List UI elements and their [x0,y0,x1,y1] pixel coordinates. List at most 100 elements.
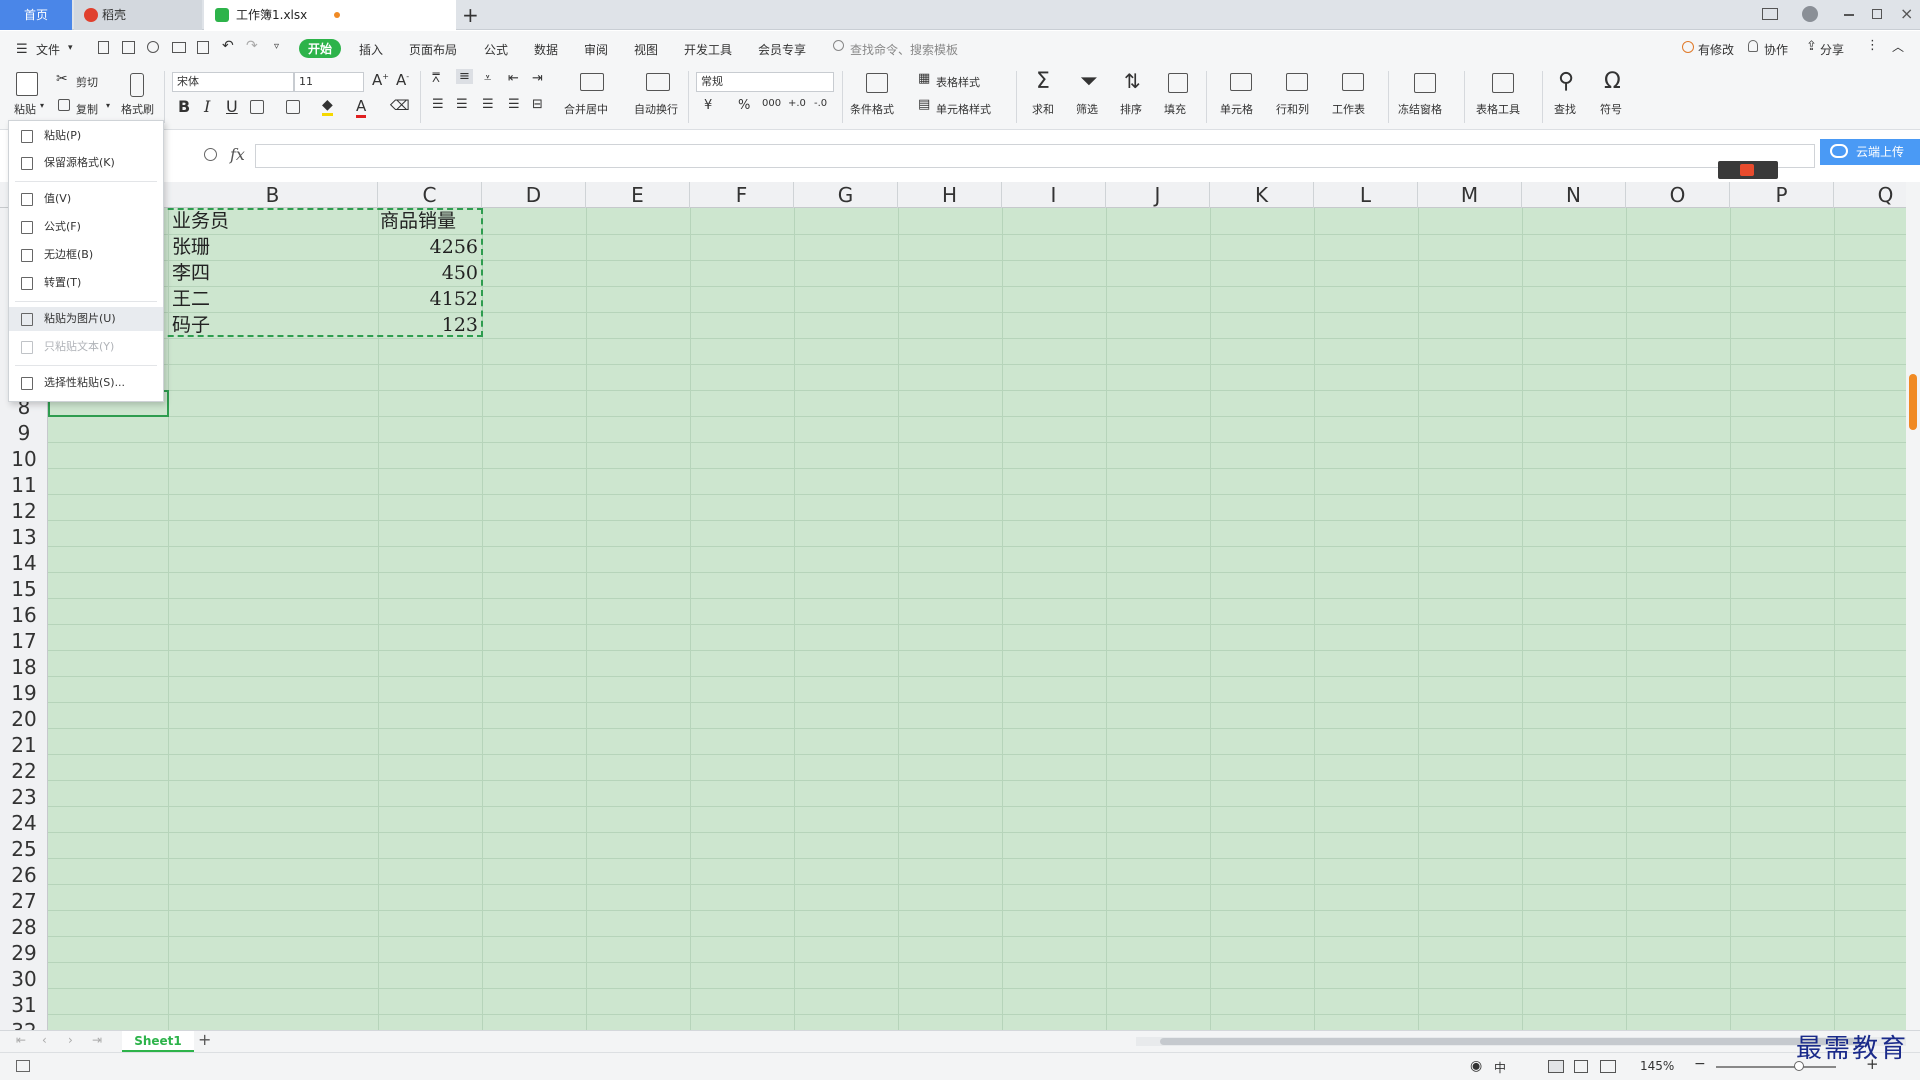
quick-access-more-icon[interactable]: ▿ [274,41,279,52]
first-sheet-icon[interactable]: ⇤ [16,1033,26,1047]
row-header-18[interactable]: 18 [0,654,47,680]
add-sheet-icon[interactable]: + [198,1030,211,1049]
close-icon[interactable]: × [1900,4,1913,23]
filter-button[interactable]: 筛选 [1076,101,1098,117]
input-mode[interactable]: 中 [1494,1059,1506,1076]
print-icon[interactable] [172,42,186,53]
minimize-icon[interactable] [1844,14,1854,16]
row-header-21[interactable]: 21 [0,732,47,758]
column-header-c[interactable]: C [378,182,482,208]
page-layout-view-icon[interactable] [1574,1060,1588,1073]
zoom-formula-icon[interactable] [204,148,217,161]
column-header-e[interactable]: E [586,182,690,208]
column-header-m[interactable]: M [1418,182,1522,208]
find-button[interactable]: 查找 [1554,101,1576,117]
formula-input[interactable] [255,144,1815,168]
decimal-decrease-icon[interactable]: -.0 [814,98,827,109]
row-header-20[interactable]: 20 [0,706,47,732]
save-icon[interactable] [122,41,135,54]
redo-icon[interactable]: ↷ [246,38,258,54]
tab-formulas[interactable]: 公式 [484,41,508,58]
indent-decrease-icon[interactable]: ⇤ [508,71,519,86]
column-header-n[interactable]: N [1522,182,1626,208]
copy-dropdown-icon[interactable]: ▾ [106,101,110,110]
row-header-25[interactable]: 25 [0,836,47,862]
column-header-d[interactable]: D [482,182,586,208]
sort-button[interactable]: 排序 [1120,101,1142,117]
collaborate-button[interactable]: 协作 [1764,41,1788,58]
row-header-11[interactable]: 11 [0,472,47,498]
row-col-button[interactable]: 行和列 [1276,101,1309,117]
tab-home[interactable]: 首页 [0,0,72,30]
decimal-increase-icon[interactable]: +.0 [788,98,806,109]
currency-icon[interactable]: ¥ [704,98,712,113]
align-middle-icon[interactable]: ≡ [456,69,473,84]
column-header-o[interactable]: O [1626,182,1730,208]
layout-icon[interactable] [1762,8,1778,20]
worksheet-grid[interactable]: 业务员 商品销量 张珊 4256 李四 450 王二 4152 码子 123 [48,208,1906,1030]
row-header-16[interactable]: 16 [0,602,47,628]
row-header-10[interactable]: 10 [0,446,47,472]
row-header-14[interactable]: 14 [0,550,47,576]
macro-record-icon[interactable] [16,1060,30,1072]
clear-format-icon[interactable]: ⌫ [390,98,410,114]
row-header-24[interactable]: 24 [0,810,47,836]
cell-c5[interactable]: 123 [378,312,478,338]
fill-button[interactable]: 填充 [1164,101,1186,117]
tab-view[interactable]: 视图 [634,41,658,58]
column-header-j[interactable]: J [1106,182,1210,208]
row-header-13[interactable]: 13 [0,524,47,550]
row-header-23[interactable]: 23 [0,784,47,810]
align-top-icon[interactable]: ⩞ [432,71,440,86]
cell-b5[interactable]: 码子 [172,312,210,338]
cell-c2[interactable]: 4256 [378,234,478,260]
row-header-22[interactable]: 22 [0,758,47,784]
cell-b4[interactable]: 王二 [172,286,210,312]
paste-option-no-borders[interactable]: 无边框(B) [9,243,163,267]
paste-option-as-picture[interactable]: 粘贴为图片(U) [9,307,163,331]
italic-icon[interactable]: I [204,97,210,116]
tab-member[interactable]: 会员专享 [758,41,806,58]
copy-button[interactable]: 复制 [76,101,98,117]
hamburger-icon[interactable]: ☰ [16,42,28,57]
has-changes-button[interactable]: 有修改 [1698,41,1734,58]
underline-icon[interactable]: U [226,97,238,116]
cell-c3[interactable]: 450 [378,260,478,286]
font-name-select[interactable]: 宋体 [172,72,294,92]
more-icon[interactable]: ⋮ [1866,38,1879,53]
percent-icon[interactable]: % [738,98,750,113]
align-bottom-icon[interactable]: ⩡ [484,71,491,86]
font-increase-icon[interactable]: A+ [372,71,389,89]
row-header-19[interactable]: 19 [0,680,47,706]
paste-option-special[interactable]: 选择性粘贴(S)... [9,371,163,395]
scroll-thumb[interactable] [1909,374,1917,430]
border-icon[interactable] [250,100,264,114]
export-icon[interactable] [147,41,159,53]
fx-label[interactable]: fx [230,145,245,164]
table-tools-button[interactable]: 表格工具 [1476,101,1520,117]
zoom-level[interactable]: 145% [1640,1059,1674,1073]
format-painter-button[interactable]: 格式刷 [121,101,154,117]
zoom-slider[interactable] [1716,1061,1836,1071]
row-header-30[interactable]: 30 [0,966,47,992]
cell-c1[interactable]: 商品销量 [372,208,466,234]
tab-review[interactable]: 审阅 [584,41,608,58]
column-header-p[interactable]: P [1730,182,1834,208]
row-header-27[interactable]: 27 [0,888,47,914]
cloud-upload-button[interactable]: 云端上传 [1820,139,1920,165]
fill-style-icon[interactable] [286,100,300,114]
eye-protect-icon[interactable]: ◉ [1470,1058,1482,1074]
column-header-k[interactable]: K [1210,182,1314,208]
page-break-view-icon[interactable] [1600,1060,1616,1073]
column-header-i[interactable]: I [1002,182,1106,208]
horizontal-scrollbar[interactable] [1136,1037,1906,1046]
cell-b3[interactable]: 李四 [172,260,210,286]
tab-workbook[interactable]: 工作簿1.xlsx [204,0,456,30]
font-size-select[interactable]: 11 [294,72,364,92]
column-header-g[interactable]: G [794,182,898,208]
align-left-icon[interactable]: ☰ [432,97,444,112]
paste-option-values[interactable]: 值(V) [9,187,163,211]
cut-button[interactable]: 剪切 [76,74,98,90]
ime-toolbar[interactable] [1718,161,1778,179]
row-header-31[interactable]: 31 [0,992,47,1018]
